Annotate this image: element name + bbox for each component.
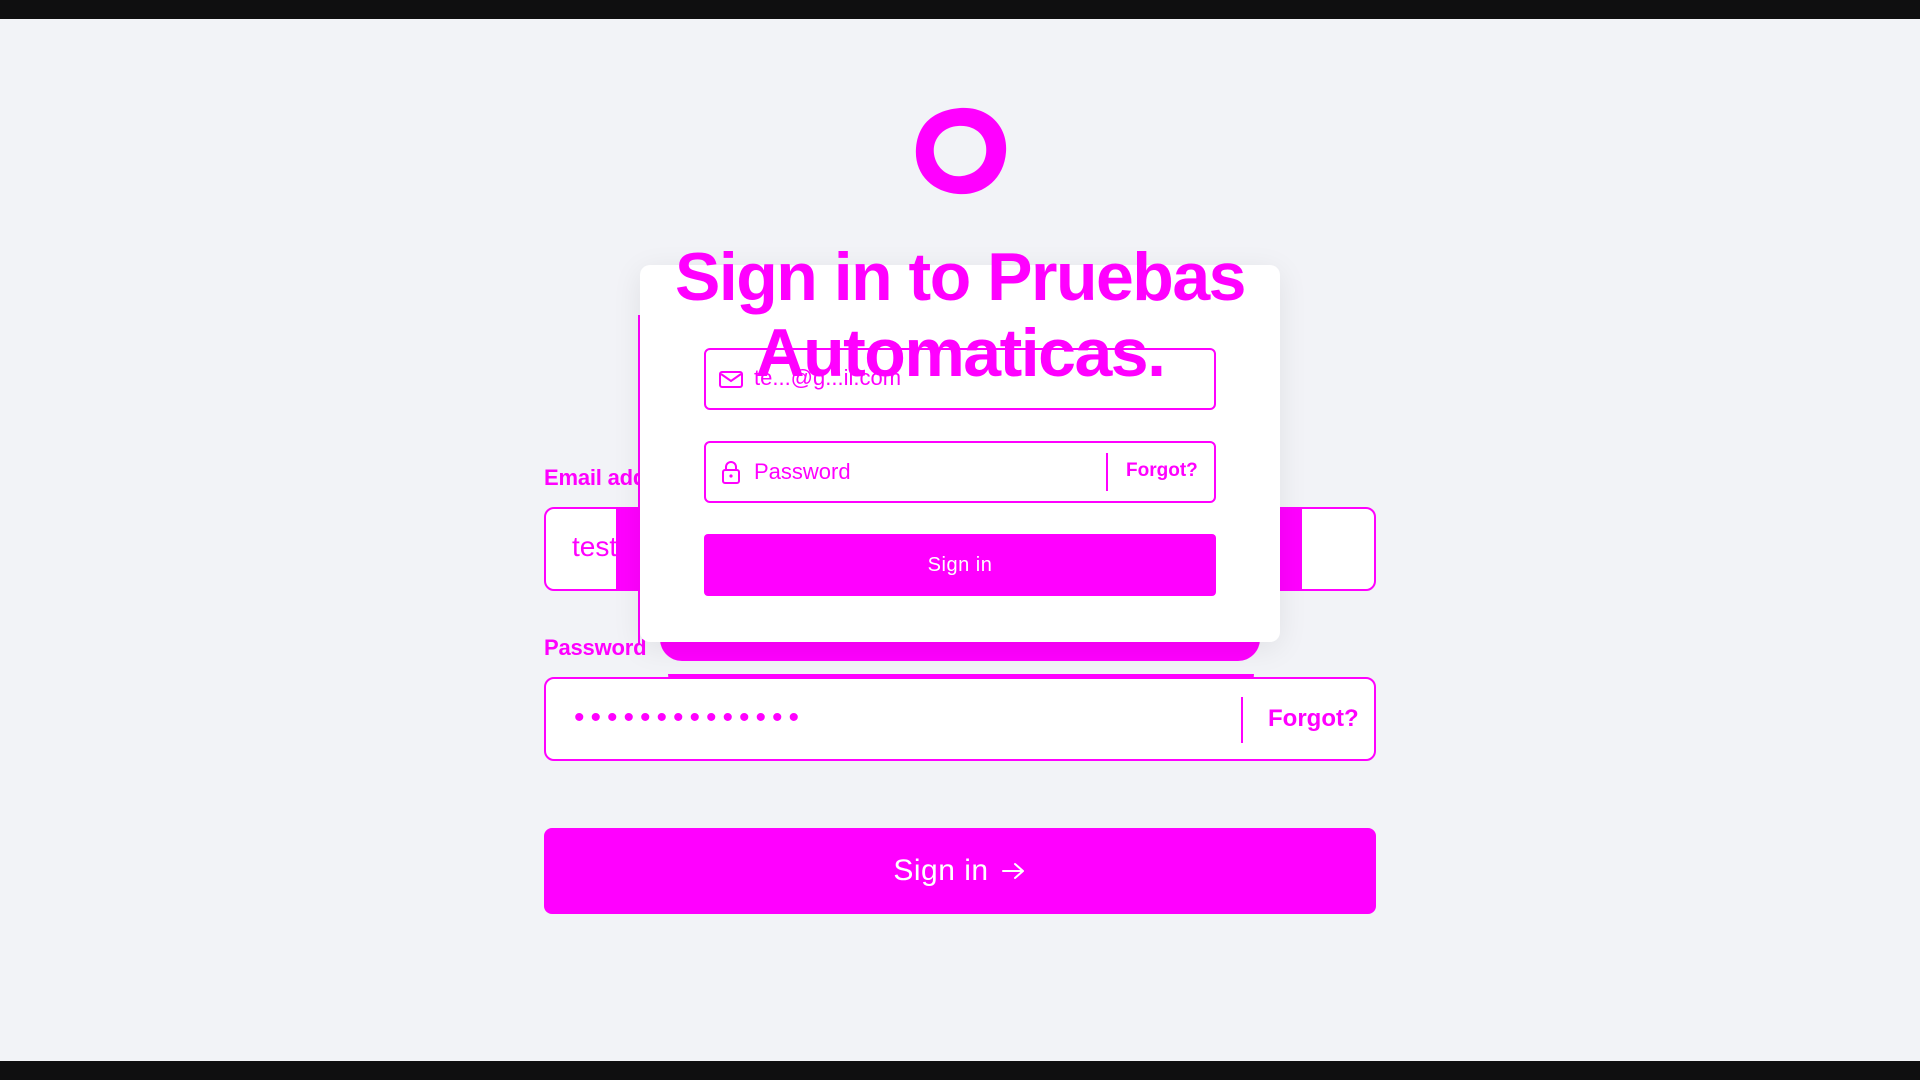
- password-field[interactable]: •••••••••••••• Forgot?: [544, 677, 1376, 761]
- top-letterbox-bar: [0, 0, 1920, 19]
- password-label: Password: [544, 635, 647, 660]
- card-password-field[interactable]: Password Forgot?: [704, 441, 1216, 503]
- forgot-password-link[interactable]: Forgot?: [1268, 705, 1359, 733]
- password-field-value: ••••••••••••••: [574, 701, 806, 734]
- ghost-layer: [616, 507, 638, 591]
- ghost-layer: [1280, 507, 1302, 591]
- card-sign-in-button[interactable]: Sign in: [704, 534, 1216, 596]
- card-forgot-divider: [1106, 453, 1108, 491]
- card-forgot-password-link[interactable]: Forgot?: [1126, 460, 1198, 482]
- logo-ring-icon: [915, 107, 1007, 195]
- arrow-right-icon: [1001, 863, 1024, 879]
- page-title: Sign in to Pruebas Automaticas.: [675, 239, 1246, 391]
- bottom-letterbox-bar: [0, 1061, 1920, 1080]
- ghost-layer: [660, 639, 1260, 661]
- sign-in-button-label: Sign in: [893, 854, 989, 887]
- forgot-divider: [1241, 697, 1243, 743]
- lock-icon: [722, 461, 740, 484]
- login-page: Email address testerJuni Password ••••••…: [0, 19, 1920, 1061]
- sign-in-button[interactable]: Sign in: [544, 828, 1376, 914]
- card-password-placeholder: Password: [754, 459, 851, 484]
